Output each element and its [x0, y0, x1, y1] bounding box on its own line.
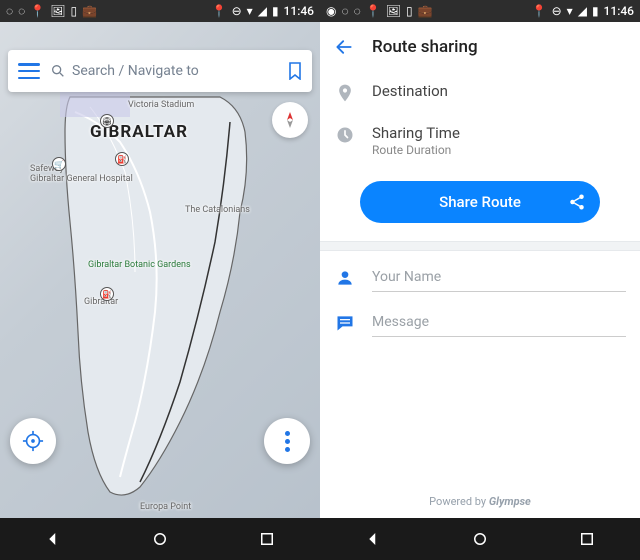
android-nav-bar [0, 518, 320, 560]
back-button[interactable] [23, 524, 83, 554]
map-label-europa: Europa Point [140, 502, 191, 512]
search-placeholder: Search / Navigate to [72, 63, 199, 79]
bookmark-icon[interactable] [288, 62, 302, 80]
name-input-row [320, 251, 640, 296]
powered-brand: Glympse [489, 495, 531, 508]
status-icons-left: ◌ ◌ 📍 🖼 ▯ 💼 [6, 5, 97, 17]
more-button[interactable] [264, 418, 310, 464]
poi-icon[interactable]: ⛽ [100, 287, 114, 301]
recent-button[interactable] [557, 524, 617, 554]
compass-icon [280, 110, 300, 130]
share-route-button[interactable]: Share Route [360, 181, 600, 223]
powered-by: Powered by Glympse [320, 485, 640, 518]
recent-button[interactable] [237, 524, 297, 554]
clock: 11:46 [284, 5, 314, 17]
menu-icon[interactable] [18, 63, 40, 79]
map-label-botanic: Gibraltar Botanic Gardens [88, 260, 191, 270]
section-divider [320, 241, 640, 251]
status-bar: ◌ ◌ 📍 🖼 ▯ 💼 📍 ⊖ ▾ ◢ ▮ 11:46 [0, 0, 320, 22]
name-field[interactable] [372, 263, 626, 292]
sharing-time-row[interactable]: Sharing Time Route Duration [320, 114, 640, 167]
screen-header: Route sharing [320, 22, 640, 72]
peninsula-shape [40, 92, 260, 502]
map-label-hospital: Gibraltar General Hospital [30, 174, 133, 184]
pin-icon [334, 82, 356, 104]
battery-icon: ▮ [272, 5, 279, 17]
destination-row[interactable]: Destination [320, 72, 640, 114]
clock-icon [334, 124, 356, 146]
search-input[interactable]: Search / Navigate to [50, 63, 278, 79]
back-arrow-icon[interactable] [334, 37, 354, 57]
map-label-stadium: Victoria Stadium [128, 100, 194, 110]
destination-label: Destination [372, 82, 448, 100]
compass-button[interactable] [272, 102, 308, 138]
message-input-row [320, 296, 640, 341]
pin-icon: 📍 [212, 5, 227, 17]
tablet-icon: ▯ [70, 5, 77, 17]
message-icon [334, 312, 356, 334]
crosshair-icon [22, 430, 44, 452]
poi-icon[interactable]: 🏟 [100, 114, 114, 128]
pin-icon: 📍 [30, 5, 45, 17]
poi-icon[interactable]: 🛒 [52, 157, 66, 171]
image-icon: 🖼 [50, 5, 65, 17]
route-sharing-content: Route sharing Destination Sharing Time R… [320, 0, 640, 518]
sharing-time-label: Sharing Time [372, 124, 460, 142]
dnd-icon: ⊖ [232, 5, 242, 17]
locate-button[interactable] [10, 418, 56, 464]
spacer [320, 341, 640, 485]
briefcase-icon: 💼 [82, 5, 97, 17]
message-field[interactable] [372, 308, 626, 337]
page-title: Route sharing [372, 37, 478, 57]
route-sharing-screen: ◉ ◌ ◌ 📍 🖼 ▯ 💼 📍 ⊖ ▾ ◢ ▮ 11:46 Route shar… [320, 0, 640, 560]
android-nav-bar [320, 518, 640, 560]
search-icon [50, 63, 66, 79]
bulb-icon: ◌ [18, 5, 25, 17]
sharing-time-sub: Route Duration [372, 143, 460, 157]
powered-prefix: Powered by [429, 495, 489, 508]
wifi-icon: ▾ [247, 5, 253, 17]
status-icons-right: 📍 ⊖ ▾ ◢ ▮ 11:46 [212, 5, 314, 17]
map-label-catalonians: The Catalonians [185, 205, 250, 215]
person-icon [334, 267, 356, 289]
home-button[interactable] [450, 524, 510, 554]
map-screen: ◌ ◌ 📍 🖼 ▯ 💼 📍 ⊖ ▾ ◢ ▮ 11:46 Victori [0, 0, 320, 560]
share-icon [568, 193, 586, 211]
bulb-icon: ◌ [6, 5, 13, 17]
signal-icon: ◢ [258, 5, 267, 17]
home-button[interactable] [130, 524, 190, 554]
poi-icon[interactable]: ⛽ [115, 152, 129, 166]
map-canvas[interactable]: Victoria Stadium GIBRALTAR Safeway Gibra… [0, 22, 320, 518]
search-bar[interactable]: Search / Navigate to [8, 50, 312, 92]
back-button[interactable] [343, 524, 403, 554]
share-button-label: Share Route [439, 193, 521, 211]
